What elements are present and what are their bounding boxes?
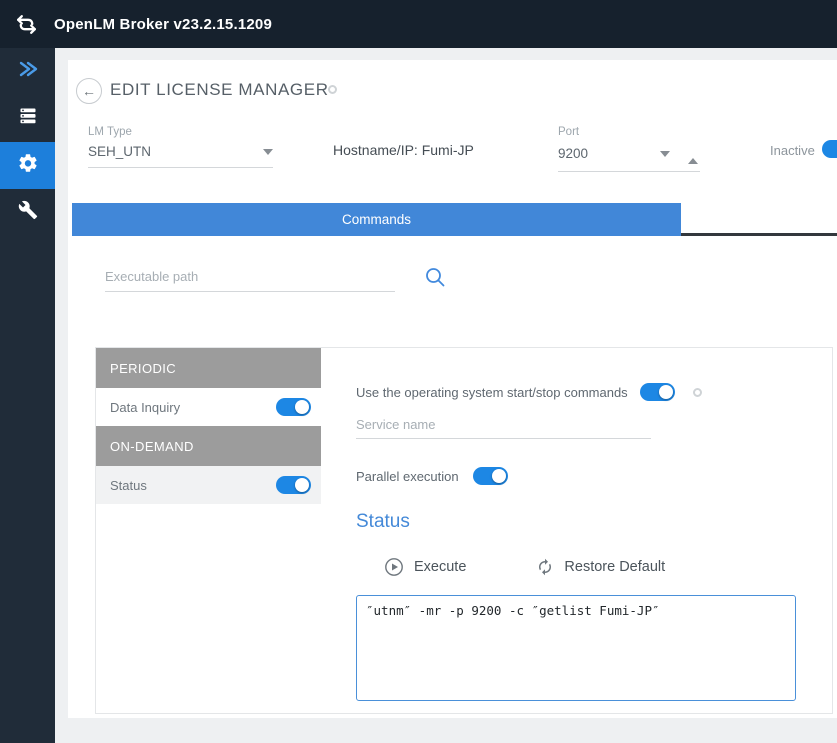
topbar: OpenLM Broker v23.2.15.1209 [0,0,837,48]
toggle-knob [492,469,506,483]
sidebar-item-tools[interactable] [0,189,55,236]
status-toggle[interactable] [276,476,311,494]
command-detail-title: Status [356,511,832,533]
list-item-label: Status [110,478,147,493]
gear-icon [17,152,39,179]
list-item-data-inquiry[interactable]: Data Inquiry [96,388,321,426]
tab-strip-filler [681,203,837,236]
parallel-execution-row: Parallel execution [356,467,832,485]
port-label: Port [558,126,700,138]
toggle-knob [295,478,309,492]
sidebar-item-expand[interactable] [0,48,55,95]
sidebar-item-broker[interactable] [0,95,55,142]
chevrons-right-icon [18,59,38,84]
restore-label: Restore Default [564,559,665,575]
content-card: ← EDIT LICENSE MANAGER LM Type SEH_UTN H… [68,60,837,718]
os-commands-row: Use the operating system start/stop comm… [356,383,832,401]
hostname-text: Hostname/IP: Fumi-JP [333,142,474,158]
port-value: 9200 [558,146,588,161]
executable-path-input[interactable] [105,262,395,292]
refresh-icon [536,558,554,576]
command-detail: Use the operating system start/stop comm… [321,348,832,713]
list-header-periodic: PERIODIC [96,348,321,388]
parallel-label: Parallel execution [356,469,459,484]
port-increment-button[interactable] [686,141,700,160]
lm-type-label: LM Type [88,126,273,138]
app-title: OpenLM Broker v23.2.15.1209 [54,16,272,33]
os-commands-label: Use the operating system start/stop comm… [356,385,628,400]
sidebar-item-settings[interactable] [0,142,55,189]
lm-type-value: SEH_UTN [88,144,151,159]
parallel-toggle[interactable] [473,467,508,485]
openlm-logo-icon [14,12,39,37]
toggle-knob [659,385,673,399]
command-textarea[interactable]: ″utnm″ -mr -p 9200 -c ″getlist Fumi-JP″ [356,595,796,701]
restore-default-button[interactable]: Restore Default [536,558,665,576]
caret-up-icon [688,143,698,164]
wrench-icon [18,200,38,225]
page-title: EDIT LICENSE MANAGER [110,80,329,100]
back-arrow-icon: ← [82,83,96,99]
back-button[interactable]: ← [76,78,102,104]
os-commands-status-icon [693,388,702,397]
command-actions: Execute Restore Default [356,557,832,577]
execute-button[interactable]: Execute [384,557,466,577]
command-list: PERIODIC Data Inquiry ON-DEMAND Status [96,348,321,713]
tab-bar: Commands [72,203,837,236]
list-item-status[interactable]: Status [96,466,321,504]
port-dropdown-icon [660,151,670,157]
os-commands-toggle[interactable] [640,383,675,401]
toggle-knob [295,400,309,414]
server-icon [18,106,38,131]
inactive-toggle[interactable] [822,140,837,158]
execute-label: Execute [414,559,466,575]
tab-commands-label: Commands [342,212,411,227]
commands-panel: PERIODIC Data Inquiry ON-DEMAND Status U… [95,347,833,714]
list-item-label: Data Inquiry [110,400,180,415]
sidebar [0,48,55,743]
lm-type-dropdown-icon [263,149,273,155]
list-header-on-demand: ON-DEMAND [96,426,321,466]
lm-type-select[interactable]: LM Type SEH_UTN [88,126,273,168]
inactive-label: Inactive [770,143,815,158]
app-window: OpenLM Broker v23.2.15.1209 [0,0,837,743]
play-icon [384,557,404,577]
data-inquiry-toggle[interactable] [276,398,311,416]
port-select[interactable]: Port 9200 [558,126,700,172]
search-icon [424,276,446,291]
tab-commands[interactable]: Commands [72,203,681,236]
search-button[interactable] [424,266,446,291]
title-status-icon [328,85,337,94]
service-name-input[interactable] [356,411,651,439]
